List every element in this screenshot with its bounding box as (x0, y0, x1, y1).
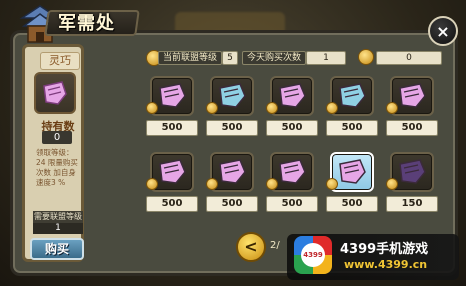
alliance-rank-value: 5 (222, 51, 238, 65)
shop-item-cell[interactable]: 500 (146, 76, 198, 140)
shop-item-cell[interactable]: 150 (386, 152, 438, 216)
shop-item-cell[interactable]: 500 (266, 76, 318, 140)
shop-item-cell[interactable]: 500 (266, 152, 318, 216)
price-coin-icon (266, 102, 278, 114)
shop-item-price: 500 (146, 196, 198, 212)
daily-buys-value: 1 (306, 51, 346, 65)
pink-scroll-icon (399, 83, 426, 108)
currency-coin-icon (358, 49, 374, 65)
pink-scroll-icon (279, 159, 306, 184)
shop-item-price: 500 (386, 120, 438, 136)
buy-button[interactable]: 购买 (30, 238, 84, 260)
shop-item-price: 500 (146, 120, 198, 136)
price-coin-icon (146, 178, 158, 190)
shop-item-cell[interactable]: 500 (146, 152, 198, 216)
price-coin-icon (206, 102, 218, 114)
required-rank-value: 1 (33, 223, 83, 234)
window-title: 军需处 (58, 13, 115, 34)
pink-scroll-icon (159, 159, 186, 184)
pink-scroll-icon (339, 159, 366, 184)
shop-item-price: 500 (266, 120, 318, 136)
owned-value: 0 (42, 131, 72, 144)
pink-scroll-icon (43, 81, 67, 105)
price-coin-icon (266, 178, 278, 190)
shop-item-price: 500 (326, 196, 378, 212)
owned-label: 持有数 (41, 120, 75, 133)
alliance-rank-label: 当前联盟等级 (158, 51, 222, 65)
pink-scroll-icon (219, 159, 246, 184)
shop-item-cell[interactable]: 500 (206, 152, 258, 216)
pink-scroll-icon (279, 83, 306, 108)
selected-item-name: 灵巧 (40, 52, 80, 70)
shop-item-price: 500 (326, 120, 378, 136)
shop-item-cell[interactable]: 500 (386, 76, 438, 140)
shop-item-cell[interactable]: 500 (326, 76, 378, 140)
shop-item-price: 500 (206, 196, 258, 212)
daily-buys-label: 今天购买次数 (242, 51, 306, 65)
shop-item-cell[interactable]: 500 (206, 76, 258, 140)
prev-page-button[interactable]: < (236, 232, 266, 262)
shop-item-cell[interactable]: 500 (326, 152, 378, 216)
price-coin-icon (326, 102, 338, 114)
item-description: 领取等级：24 限量购买次数 加自身速度3 % (36, 148, 78, 187)
dark-scroll-icon (399, 159, 426, 184)
pink-scroll-icon (159, 83, 186, 108)
price-coin-icon (206, 178, 218, 190)
price-coin-icon (386, 102, 398, 114)
game-screen: 军需处 × 灵巧 持有数 0 领取等级：24 限量购买次数 加自身速度3 % 需… (0, 0, 466, 286)
price-coin-icon (386, 178, 398, 190)
selected-item-icon (34, 72, 76, 114)
watermark-url: www.4399.cn (344, 258, 428, 271)
blue-scroll-icon (339, 83, 366, 108)
required-rank-label: 需要联盟等级 (33, 211, 83, 223)
shop-item-price: 150 (386, 196, 438, 212)
watermark-logo-text: 4399 (301, 243, 325, 267)
currency-value: 0 (376, 51, 442, 65)
blue-scroll-icon (219, 83, 246, 108)
watermark-title: 4399手机游戏 (340, 242, 429, 257)
price-coin-icon (146, 102, 158, 114)
price-coin-icon (326, 178, 338, 190)
item-grid: 500 500 500 500 500 500 500 500 500 150 (146, 76, 446, 226)
close-button[interactable]: × (428, 16, 458, 46)
shop-item-price: 500 (266, 196, 318, 212)
shop-item-price: 500 (206, 120, 258, 136)
